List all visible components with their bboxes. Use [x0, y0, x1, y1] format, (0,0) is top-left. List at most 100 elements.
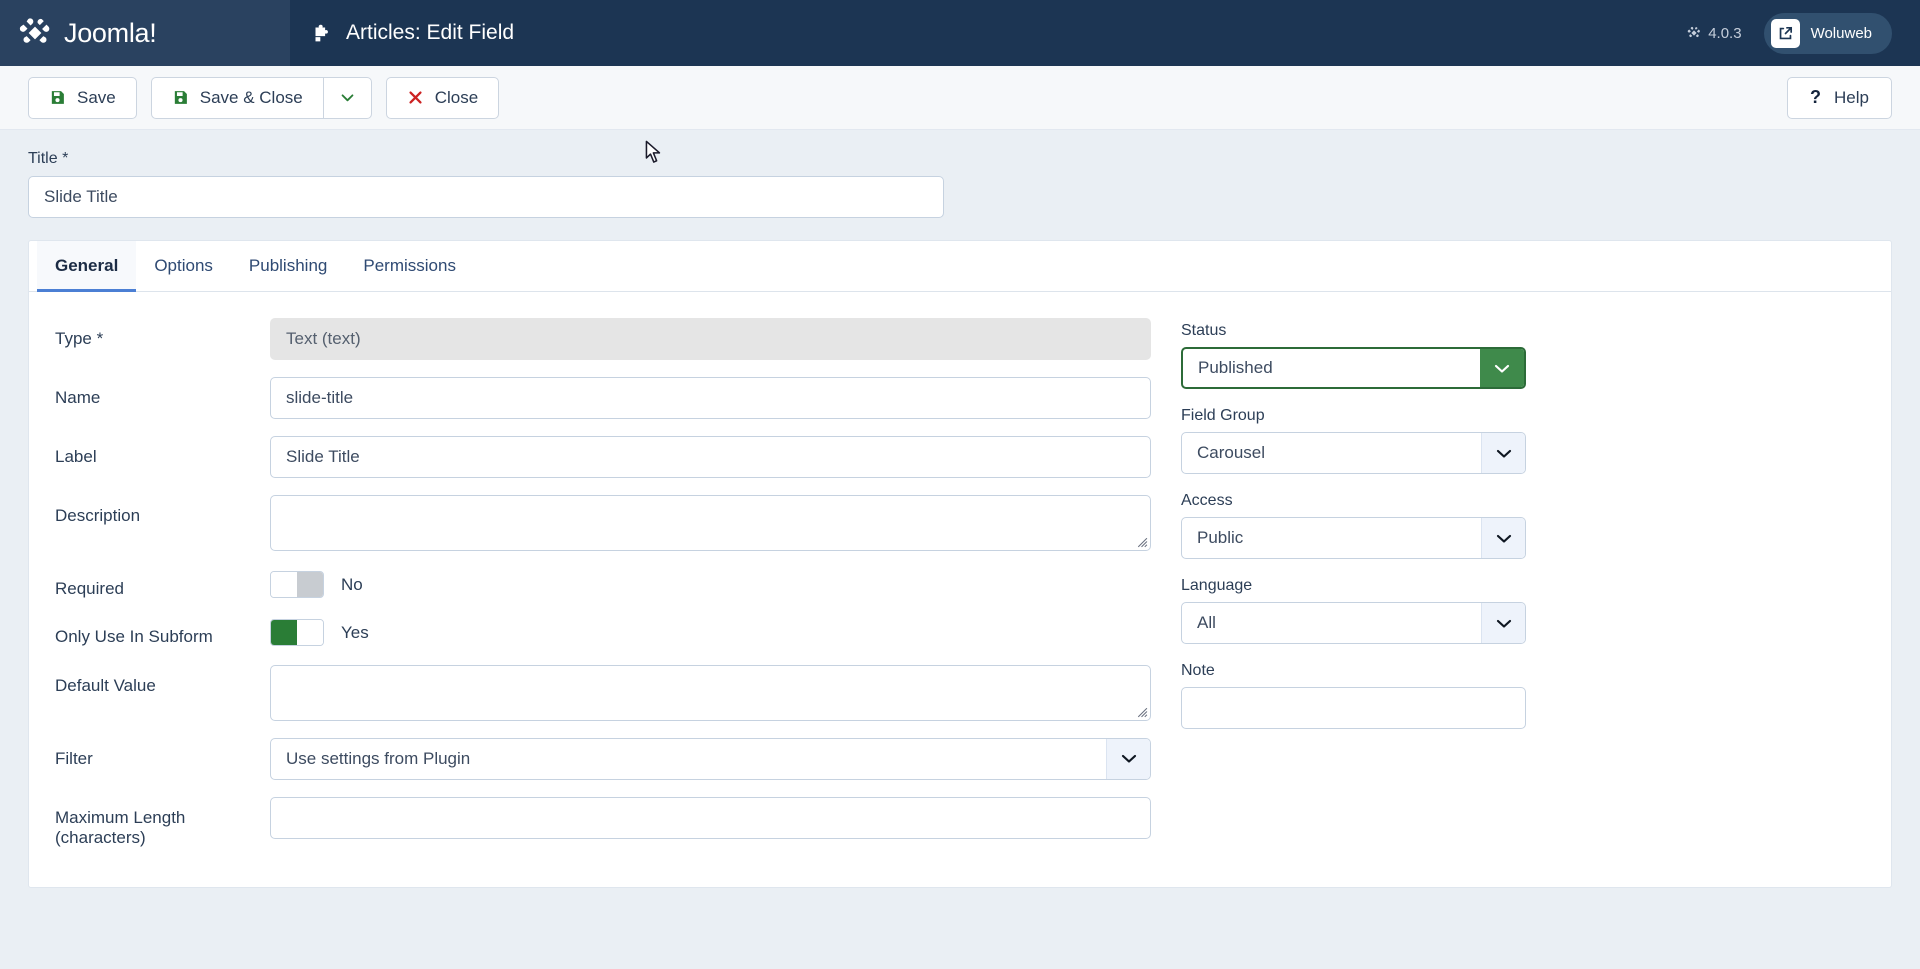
- chevron-down-glyph: [1494, 364, 1510, 373]
- site-name: Woluweb: [1810, 24, 1872, 42]
- save-and-close-button[interactable]: Save & Close: [150, 76, 323, 119]
- status-select[interactable]: Published: [1181, 347, 1526, 389]
- close-button[interactable]: Close: [385, 76, 500, 119]
- default-value-textarea[interactable]: [270, 664, 1151, 721]
- description-label: Description: [55, 506, 141, 525]
- brand-logo[interactable]: Joomla!: [0, 0, 290, 66]
- status-label: Status: [1181, 322, 1227, 339]
- resize-grip-icon: [1137, 537, 1148, 548]
- card-body: Type * Text (text) Name Label: [29, 292, 1891, 866]
- row-maximum-length: Maximum Length (characters): [55, 796, 1151, 849]
- row-filter: Filter Use settings from Plugin: [55, 737, 1151, 780]
- required-toggle-group: No: [270, 568, 1151, 598]
- only-use-in-subform-toggle[interactable]: [270, 619, 324, 647]
- required-toggle[interactable]: [270, 571, 324, 598]
- page-title: Articles: Edit Field: [312, 21, 514, 45]
- access-label: Access: [1181, 492, 1233, 509]
- joomla-mark-icon: [1687, 26, 1701, 38]
- tab-permissions[interactable]: Permissions: [345, 241, 474, 292]
- filter-label: Filter: [55, 748, 93, 768]
- chevron-down-glyph: [1496, 449, 1511, 458]
- row-name: Name: [55, 377, 1151, 419]
- save-button-label: Save: [77, 87, 116, 107]
- question-mark-icon: ?: [1810, 87, 1822, 107]
- name-input[interactable]: [270, 377, 1151, 419]
- main-form-column: Type * Text (text) Name Label: [55, 318, 1151, 866]
- page-body: Title * General Options Publishing Permi…: [0, 130, 1920, 888]
- chevron-down-icon: [1481, 518, 1525, 558]
- chevron-down-icon: [1481, 433, 1525, 473]
- row-description: Description: [55, 495, 1151, 551]
- description-textarea[interactable]: [270, 495, 1151, 551]
- toggle-half-left: [271, 620, 297, 646]
- field-editor-card: General Options Publishing Permissions T…: [28, 240, 1892, 888]
- chevron-down-icon: [341, 94, 354, 102]
- puzzle-piece-icon: [315, 24, 328, 41]
- maximum-length-input[interactable]: [270, 796, 1151, 839]
- toggle-half-right: [297, 620, 323, 646]
- site-link-button[interactable]: Woluweb: [1763, 12, 1892, 54]
- filter-selected-value: Use settings from Plugin: [286, 748, 471, 768]
- external-link-icon: [1770, 18, 1800, 48]
- toggle-half-right: [297, 572, 323, 597]
- toggle-half-left: [271, 572, 297, 597]
- help-button-label: Help: [1834, 87, 1869, 107]
- save-and-close-label: Save & Close: [199, 87, 303, 107]
- required-state-text: No: [341, 574, 363, 594]
- label-input[interactable]: [270, 436, 1151, 478]
- note-label: Note: [1181, 662, 1215, 679]
- row-only-use-in-subform: Only Use In Subform Yes: [55, 616, 1151, 647]
- x-mark-icon: [409, 91, 422, 104]
- save-close-group: Save & Close: [150, 76, 372, 119]
- save-button[interactable]: Save: [28, 76, 137, 119]
- note-input[interactable]: [1181, 687, 1526, 729]
- title-input[interactable]: [28, 176, 944, 218]
- name-label: Name: [55, 388, 101, 407]
- access-select[interactable]: Public: [1181, 517, 1526, 559]
- floppy-disk-icon: [174, 91, 187, 104]
- editor-toolbar: Save Save & Close Close ? Help: [0, 66, 1920, 130]
- row-label-field: Label: [55, 436, 1151, 478]
- toolbar-right-group: ? Help: [1787, 76, 1892, 119]
- tab-publishing[interactable]: Publishing: [231, 241, 345, 292]
- save-options-dropdown-button[interactable]: [322, 76, 372, 119]
- row-type: Type * Text (text): [55, 318, 1151, 360]
- type-value: Text (text): [270, 318, 1151, 360]
- joomla-logo-icon: [19, 18, 50, 43]
- help-button[interactable]: ? Help: [1787, 76, 1892, 119]
- language-label: Language: [1181, 577, 1253, 594]
- brand-name: Joomla!: [64, 17, 157, 48]
- resize-grip-icon: [1137, 707, 1148, 718]
- language-field-group: Language All: [1181, 577, 1526, 644]
- only-use-in-subform-state-text: Yes: [341, 622, 369, 642]
- field-group-selected-value: Carousel: [1197, 443, 1266, 462]
- access-selected-value: Public: [1197, 528, 1244, 547]
- field-group-select[interactable]: Carousel: [1181, 432, 1526, 474]
- chevron-down-glyph: [1121, 755, 1136, 763]
- close-button-label: Close: [434, 87, 479, 107]
- sidebar-form-column: Status Published Field Group Carousel Ac…: [1181, 318, 1526, 866]
- row-default-value: Default Value: [55, 664, 1151, 721]
- required-label: Required: [55, 579, 124, 598]
- tab-options[interactable]: Options: [136, 241, 231, 292]
- status-selected-value: Published: [1198, 358, 1273, 377]
- only-use-in-subform-toggle-group: Yes: [270, 616, 1151, 647]
- language-selected-value: All: [1197, 613, 1216, 632]
- maximum-length-label: Maximum Length (characters): [55, 807, 186, 848]
- header-main: Articles: Edit Field 4.0.3 Woluweb: [290, 0, 1920, 66]
- filter-select[interactable]: Use settings from Plugin: [270, 737, 1151, 780]
- chevron-down-icon: [1481, 603, 1525, 643]
- chevron-down-icon: [1480, 349, 1524, 387]
- chevron-down-glyph: [1496, 534, 1511, 543]
- default-value-label: Default Value: [55, 675, 156, 695]
- tab-general[interactable]: General: [37, 241, 137, 292]
- toolbar-left-group: Save Save & Close Close: [28, 76, 500, 119]
- version-badge: 4.0.3: [1687, 24, 1742, 42]
- version-number: 4.0.3: [1708, 24, 1742, 42]
- language-select[interactable]: All: [1181, 602, 1526, 644]
- label-field-label: Label: [55, 447, 97, 466]
- field-group-field-group: Field Group Carousel: [1181, 407, 1526, 474]
- external-link-glyph: [1779, 26, 1792, 39]
- tab-bar: General Options Publishing Permissions: [29, 241, 1891, 292]
- title-field-group: Title *: [28, 150, 1892, 218]
